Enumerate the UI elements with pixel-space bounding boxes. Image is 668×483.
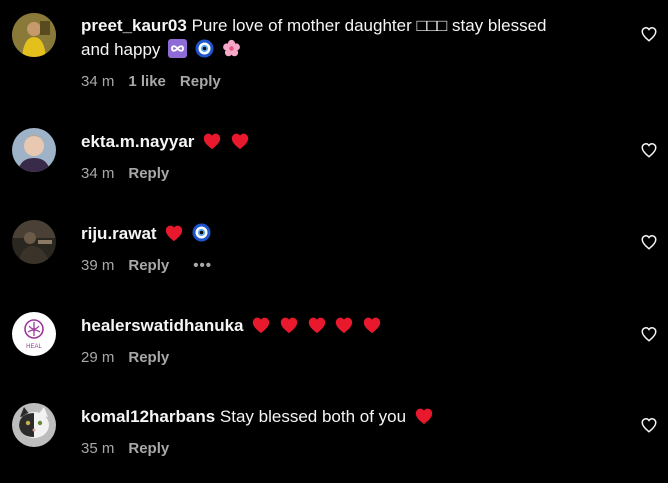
red-heart-emoji-icon	[307, 316, 327, 341]
infinity-emoji-icon	[168, 39, 188, 65]
timestamp: 34 m	[81, 73, 115, 90]
comment-username[interactable]: preet_kaur03	[81, 16, 187, 35]
red-heart-emoji-icon	[164, 224, 184, 249]
reply-button[interactable]: Reply	[128, 257, 169, 274]
comment-text: ekta.m.nayyar	[81, 130, 621, 157]
comment-meta: 34 m Reply	[81, 163, 621, 185]
like-heart-icon[interactable]	[640, 141, 658, 159]
comment-text-line2: and happy	[81, 38, 621, 65]
avatar-photo	[12, 128, 56, 172]
red-heart-emoji-icon	[334, 316, 354, 341]
reply-button[interactable]: Reply	[128, 165, 169, 182]
likes-count-link[interactable]: 1 like	[128, 73, 166, 90]
timestamp: 35 m	[81, 440, 115, 457]
like-heart-icon[interactable]	[640, 233, 658, 251]
avatar-logo: HEAL	[12, 312, 56, 356]
avatar[interactable]	[12, 403, 56, 447]
reply-button[interactable]: Reply	[180, 73, 221, 90]
more-options-icon[interactable]: •••	[193, 255, 212, 277]
comment-text: riju.rawat	[81, 222, 621, 249]
avatar[interactable]	[12, 13, 56, 57]
cherry-blossom-emoji-icon	[222, 39, 241, 65]
like-heart-icon[interactable]	[640, 325, 658, 343]
comment-username[interactable]: healerswatidhanuka	[81, 316, 244, 335]
like-heart-icon[interactable]	[640, 416, 658, 434]
comment-meta: 29 m Reply	[81, 347, 621, 369]
comment-username[interactable]: ekta.m.nayyar	[81, 132, 194, 151]
comment-text: komal12harbans Stay blessed both of you	[81, 405, 621, 432]
comment-item: preet_kaur03 Pure love of mother daughte…	[0, 0, 668, 110]
comment-content: Stay blessed both of you	[215, 407, 407, 426]
timestamp: 29 m	[81, 349, 115, 366]
red-heart-emoji-icon	[251, 316, 271, 341]
avatar[interactable]: HEAL	[12, 312, 56, 356]
like-heart-icon[interactable]	[640, 25, 658, 43]
timestamp: 39 m	[81, 257, 115, 274]
red-heart-emoji-icon	[202, 132, 222, 157]
red-heart-emoji-icon	[414, 407, 434, 432]
red-heart-emoji-icon	[279, 316, 299, 341]
avatar[interactable]	[12, 128, 56, 172]
avatar-logo-text: HEAL	[26, 344, 42, 350]
comment-username[interactable]: komal12harbans	[81, 407, 215, 426]
comment-text: preet_kaur03 Pure love of mother daughte…	[81, 14, 621, 38]
avatar-photo	[12, 13, 56, 57]
reply-button[interactable]: Reply	[128, 349, 169, 366]
reply-button[interactable]: Reply	[128, 440, 169, 457]
red-heart-emoji-icon	[230, 132, 250, 157]
comment-meta: 34 m 1 like Reply	[81, 71, 621, 93]
comment-text: healerswatidhanuka	[81, 314, 621, 341]
avatar-photo	[12, 220, 56, 264]
nazar-amulet-emoji-icon	[192, 223, 211, 249]
comment-item: HEAL healerswatidhanuka 29 m Reply	[0, 294, 668, 386]
comment-item: komal12harbans Stay blessed both of you …	[0, 386, 668, 483]
nazar-amulet-emoji-icon	[195, 39, 214, 65]
comment-meta: 39 m Reply •••	[81, 255, 621, 277]
avatar-cat-photo	[12, 403, 56, 447]
timestamp: 34 m	[81, 165, 115, 182]
red-heart-emoji-icon	[362, 316, 382, 341]
comment-content-line2: and happy	[81, 40, 161, 59]
avatar[interactable]	[12, 220, 56, 264]
comment-username[interactable]: riju.rawat	[81, 224, 157, 243]
comment-item: riju.rawat 39 m Reply •••	[0, 202, 668, 294]
comment-meta: 35 m Reply	[81, 438, 621, 460]
comment-item: ekta.m.nayyar 34 m Reply	[0, 110, 668, 202]
comment-content: Pure love of mother daughter □□□ stay bl…	[186, 16, 547, 35]
